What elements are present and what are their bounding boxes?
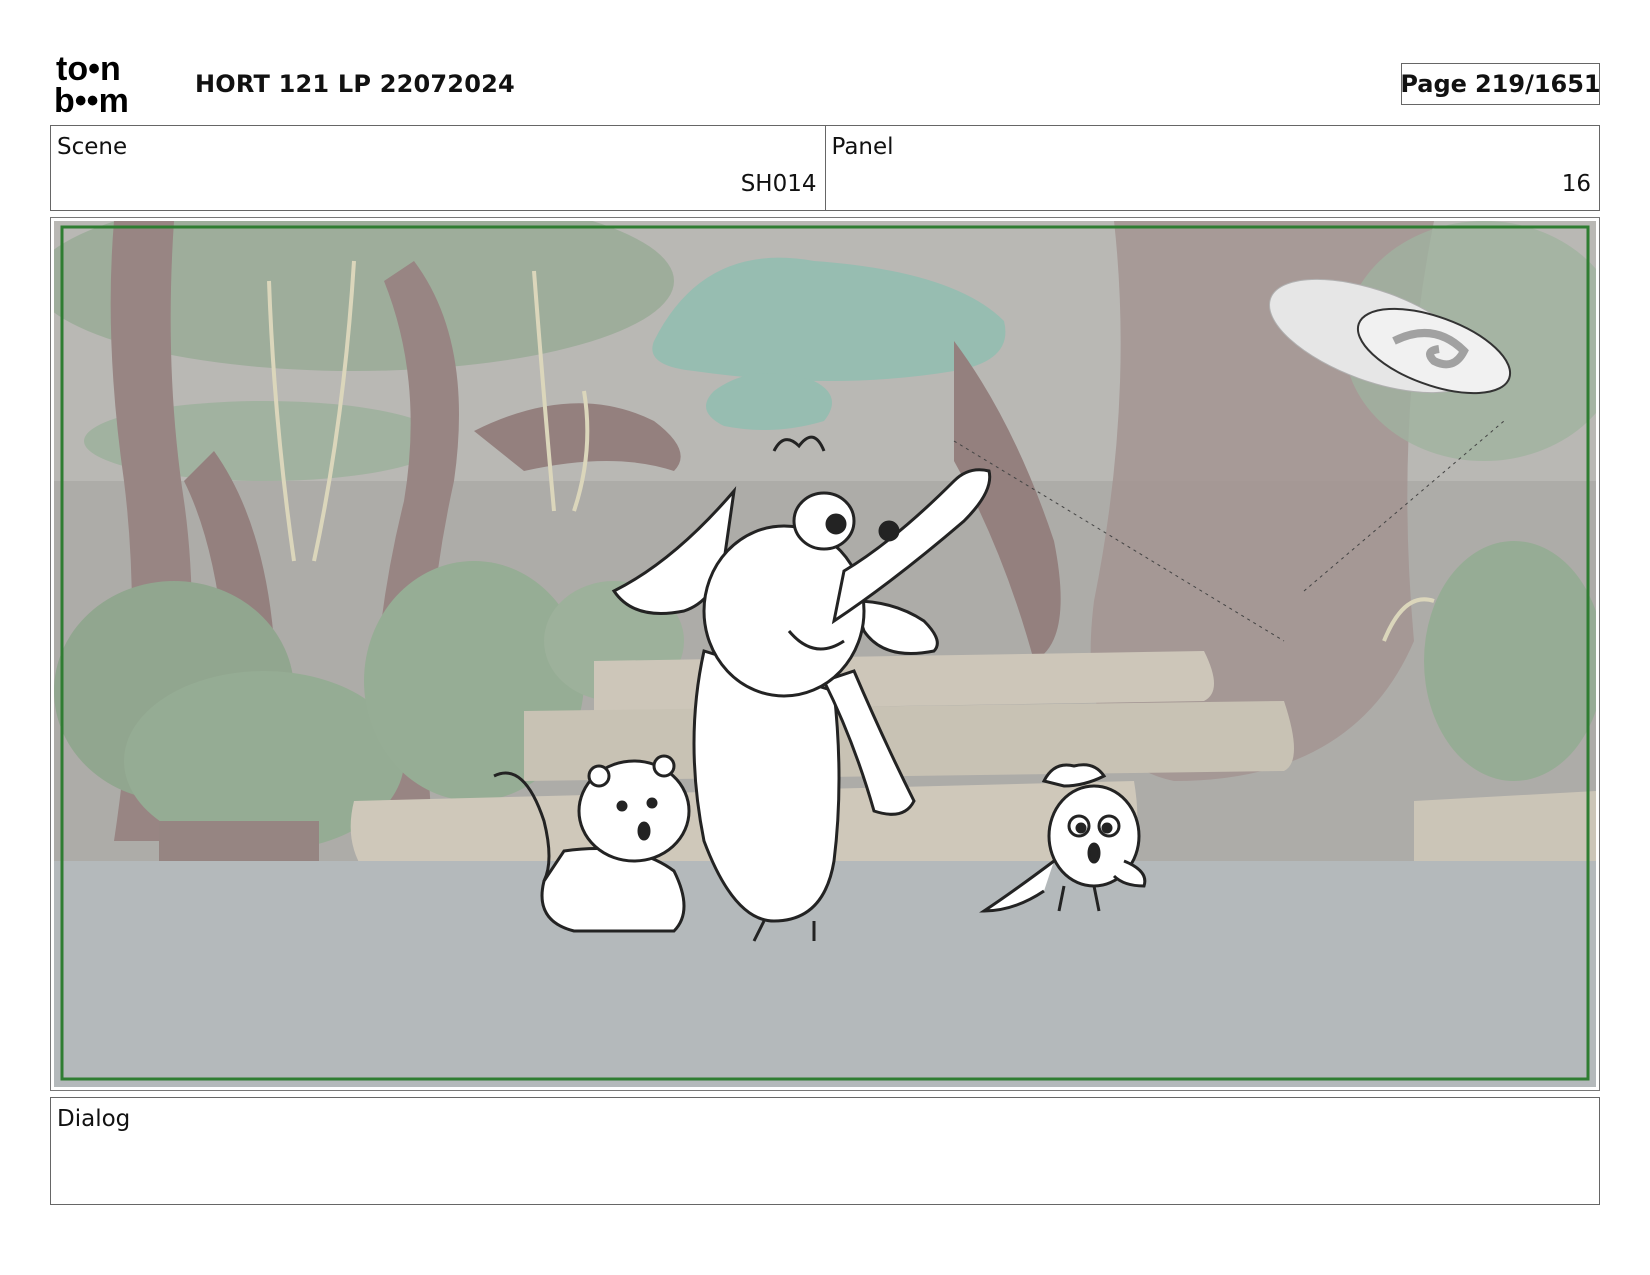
logo-bottom-text: b••m: [54, 82, 129, 114]
dialog-box: Dialog: [50, 1097, 1600, 1205]
scene-label: Scene: [57, 134, 128, 160]
scene-panel-info: Scene SH014 Panel 16: [50, 125, 1600, 211]
page-indicator: Page 219/1651: [1400, 63, 1601, 105]
document-title: HORT 121 LP 22072024: [195, 70, 515, 98]
storyboard-drawing: [54, 221, 1596, 1087]
page-label: Page: [1400, 70, 1467, 98]
panel-value: 16: [1561, 171, 1591, 197]
scene-value: SH014: [740, 171, 817, 197]
scene-cell: Scene SH014: [51, 126, 825, 210]
toonboom-logo: to•n b••m: [54, 52, 129, 114]
storyboard-panel: [50, 217, 1600, 1091]
page-number: 219/1651: [1474, 70, 1601, 98]
dialog-label: Dialog: [57, 1106, 131, 1132]
panel-cell: Panel 16: [824, 126, 1600, 210]
panel-label: Panel: [831, 134, 894, 160]
